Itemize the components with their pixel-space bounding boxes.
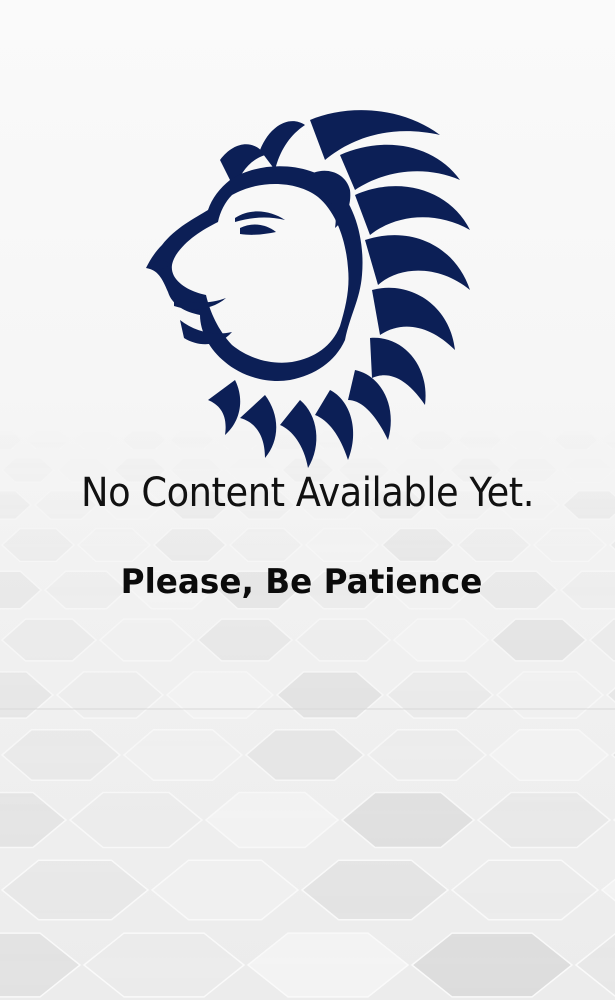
floor-tile (24, 429, 72, 451)
floor-tile (552, 429, 600, 451)
lion-head-icon (146, 110, 470, 468)
no-content-message: No Content Available Yet. (81, 470, 534, 516)
floor-tile (72, 429, 120, 451)
floor-tile (504, 429, 552, 451)
patience-message: Please, Be Patience (120, 562, 483, 602)
